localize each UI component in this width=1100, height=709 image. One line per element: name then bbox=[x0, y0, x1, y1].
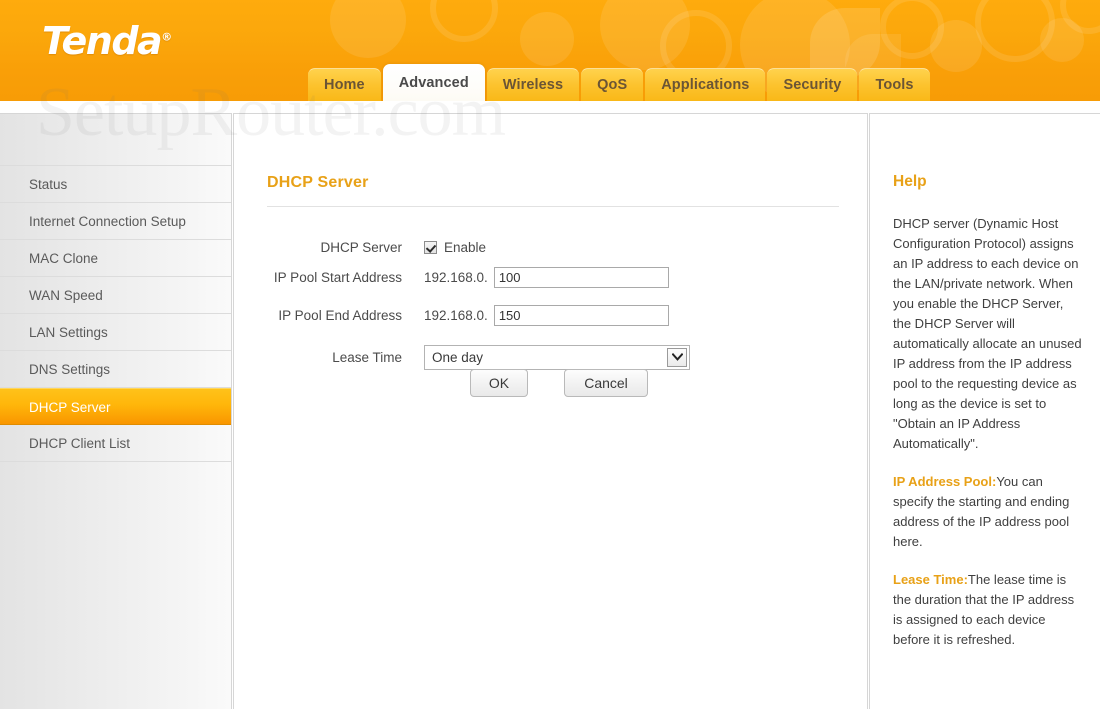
sidebar-filler bbox=[0, 462, 231, 709]
sidebar-top-spacer bbox=[0, 114, 231, 166]
help-paragraph-intro-text: DHCP server (Dynamic Host Configuration … bbox=[893, 216, 1082, 451]
registered-mark-icon: ® bbox=[161, 30, 173, 44]
content-panel: DHCP Server DHCP Server Enable IP Pool S… bbox=[233, 113, 868, 709]
tab-qos[interactable]: QoS bbox=[581, 68, 644, 101]
chevron-down-icon[interactable] bbox=[667, 347, 687, 367]
ip-pool-start-input[interactable] bbox=[493, 266, 669, 288]
form-row-pool-start: IP Pool Start Address 192.168.0. bbox=[234, 262, 869, 292]
ok-button[interactable]: OK bbox=[470, 369, 528, 397]
field-ip-pool-end: 192.168.0. bbox=[424, 304, 669, 326]
tab-home[interactable]: Home bbox=[308, 68, 381, 101]
ip-prefix-start: 192.168.0. bbox=[424, 269, 488, 285]
sidebar-item-dhcp-client-list[interactable]: DHCP Client List bbox=[0, 425, 231, 462]
decorative-bubble bbox=[330, 0, 406, 58]
cancel-button[interactable]: Cancel bbox=[564, 369, 648, 397]
help-paragraph-lease-time: Lease Time:The lease time is the duratio… bbox=[893, 570, 1083, 650]
sidebar-nav: Status Internet Connection Setup MAC Clo… bbox=[0, 113, 232, 709]
tab-tools[interactable]: Tools bbox=[859, 68, 930, 101]
page-header: Tenda® Home Advanced Wireless QoS Applic… bbox=[0, 0, 1100, 101]
decorative-bubble bbox=[975, 0, 1055, 62]
decorative-bubble bbox=[520, 12, 574, 66]
label-dhcp-server: DHCP Server bbox=[320, 239, 402, 255]
logo-text: Tenda bbox=[42, 19, 163, 63]
tab-wireless[interactable]: Wireless bbox=[486, 68, 580, 101]
decorative-bubble bbox=[600, 0, 690, 70]
sidebar-item-status[interactable]: Status bbox=[0, 166, 231, 203]
title-divider bbox=[267, 206, 839, 207]
field-ip-pool-start: 192.168.0. bbox=[424, 266, 669, 288]
tab-security[interactable]: Security bbox=[767, 68, 858, 101]
help-title: Help bbox=[893, 173, 927, 190]
decorative-bubble bbox=[880, 0, 944, 59]
dhcp-enable-checkbox[interactable] bbox=[424, 240, 437, 254]
help-body: DHCP server (Dynamic Host Configuration … bbox=[893, 214, 1083, 668]
decorative-bubble bbox=[930, 20, 982, 72]
tenda-logo: Tenda® bbox=[42, 22, 172, 60]
page-body: Status Internet Connection Setup MAC Clo… bbox=[0, 101, 1100, 709]
label-ip-pool-end-address: IP Pool End Address bbox=[278, 307, 402, 323]
ip-prefix-end: 192.168.0. bbox=[424, 307, 488, 323]
ip-pool-end-input[interactable] bbox=[493, 304, 669, 326]
decorative-bubble bbox=[1040, 18, 1084, 62]
help-panel: Help DHCP server (Dynamic Host Configura… bbox=[869, 113, 1100, 709]
sidebar-item-wan-speed[interactable]: WAN Speed bbox=[0, 277, 231, 314]
page-title: DHCP Server bbox=[267, 174, 369, 191]
help-paragraph-ip-address-pool: IP Address Pool:You can specify the star… bbox=[893, 472, 1083, 552]
field-dhcp-server-enable: Enable bbox=[424, 240, 486, 255]
form-row-dhcp-server: DHCP Server Enable bbox=[234, 232, 869, 262]
lease-time-selected-value: One day bbox=[432, 349, 484, 365]
help-key-lease-time: Lease Time: bbox=[893, 572, 968, 587]
help-paragraph-intro: DHCP server (Dynamic Host Configuration … bbox=[893, 214, 1083, 454]
sidebar-item-dhcp-server[interactable]: DHCP Server bbox=[0, 388, 231, 425]
form-row-pool-end: IP Pool End Address 192.168.0. bbox=[234, 300, 869, 330]
decorative-bubble bbox=[430, 0, 498, 42]
sidebar-item-dns-settings[interactable]: DNS Settings bbox=[0, 351, 231, 388]
tab-advanced[interactable]: Advanced bbox=[382, 64, 485, 101]
dhcp-enable-checkbox-label[interactable]: Enable bbox=[444, 240, 486, 255]
decorative-bubble bbox=[1060, 0, 1100, 34]
sidebar-item-internet-connection-setup[interactable]: Internet Connection Setup bbox=[0, 203, 231, 240]
field-lease-time: One day bbox=[424, 344, 690, 370]
lease-time-select[interactable]: One day bbox=[424, 344, 690, 370]
tab-applications[interactable]: Applications bbox=[645, 68, 766, 101]
label-ip-pool-start-address: IP Pool Start Address bbox=[273, 269, 402, 285]
form-actions: OK Cancel bbox=[234, 369, 869, 397]
label-lease-time: Lease Time bbox=[332, 349, 402, 365]
dhcp-server-form: DHCP Server Enable IP Pool Start Address… bbox=[234, 232, 869, 374]
sidebar-item-lan-settings[interactable]: LAN Settings bbox=[0, 314, 231, 351]
sidebar-item-mac-clone[interactable]: MAC Clone bbox=[0, 240, 231, 277]
help-key-ip-address-pool: IP Address Pool: bbox=[893, 474, 997, 489]
router-admin-page: Tenda® Home Advanced Wireless QoS Applic… bbox=[0, 0, 1100, 709]
main-nav-tabs: Home Advanced Wireless QoS Applications … bbox=[308, 64, 930, 101]
